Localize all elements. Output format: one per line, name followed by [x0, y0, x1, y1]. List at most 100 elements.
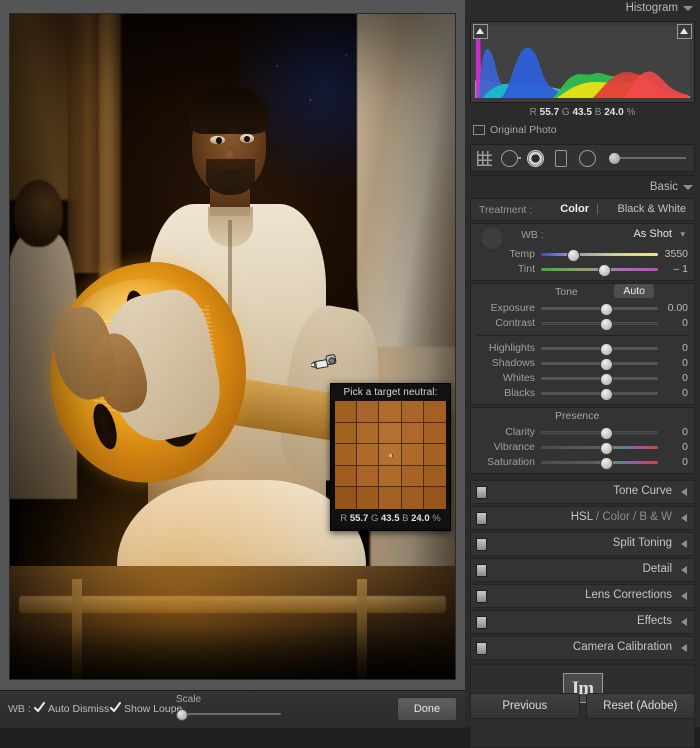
slider-tint[interactable]: Tint – 1 — [471, 261, 694, 277]
slider-vibrance-label: Vibrance — [493, 441, 535, 453]
image-display-area: Pick a target neutral: R 55.7 G 43.5 B 2… — [0, 0, 465, 690]
slider-saturation-knob[interactable] — [599, 457, 613, 470]
treatment-color-option[interactable]: Color — [560, 203, 589, 215]
histogram-panel[interactable] — [470, 21, 695, 103]
slider-saturation-label: Saturation — [487, 456, 535, 468]
original-photo-label: Original Photo — [490, 124, 557, 136]
slider-highlights[interactable]: Highlights 0 — [471, 340, 694, 356]
slider-blacks[interactable]: Blacks 0 — [471, 385, 694, 401]
brush-slider-knob[interactable] — [609, 153, 620, 164]
panel-row-effects[interactable]: Effects — [470, 610, 695, 634]
histogram-plot[interactable] — [475, 26, 690, 98]
panel-row-lens-corrections[interactable]: Lens Corrections — [470, 584, 695, 608]
panel-switch[interactable] — [476, 564, 487, 577]
divider — [470, 175, 695, 176]
slider-clarity[interactable]: Clarity 0 — [471, 424, 694, 440]
wb-dropdown-icon[interactable]: ▾ — [680, 229, 685, 239]
reset-button[interactable]: Reset (Adobe) — [585, 693, 695, 719]
show-loupe-label[interactable]: Show Loupe — [124, 703, 182, 715]
slider-exposure[interactable]: Exposure 0.00 — [471, 300, 694, 316]
loupe-cell — [357, 401, 380, 423]
adjustment-brush-size-slider[interactable] — [609, 152, 688, 164]
chevron-left-icon[interactable] — [681, 618, 687, 626]
slider-whites[interactable]: Whites 0 — [471, 370, 694, 386]
panel-row-detail[interactable]: Detail — [470, 558, 695, 582]
scale-slider-knob[interactable] — [176, 709, 188, 721]
scale-slider-track — [182, 713, 281, 715]
hist-r-value: 55.7 — [539, 107, 560, 118]
panel-switch[interactable] — [476, 642, 487, 655]
chevron-down-icon[interactable] — [683, 185, 693, 190]
panel-switch[interactable] — [476, 512, 487, 525]
loupe-unit: % — [432, 513, 441, 524]
chevron-left-icon[interactable] — [681, 592, 687, 600]
bw-label[interactable]: B & W — [639, 511, 672, 523]
auto-dismiss-label[interactable]: Auto Dismiss — [48, 703, 109, 715]
hist-r-label: R — [529, 107, 537, 118]
photo-frame: Pick a target neutral: R 55.7 G 43.5 B 2… — [10, 14, 455, 679]
panel-title-detail: Detail — [642, 563, 672, 575]
slider-blacks-label: Blacks — [504, 387, 535, 399]
previous-button[interactable]: Previous — [470, 693, 580, 719]
slider-saturation[interactable]: Saturation 0 — [471, 454, 694, 470]
crop-overlay-icon[interactable] — [477, 150, 492, 166]
panel-switch[interactable] — [476, 486, 487, 499]
slider-temp-track[interactable] — [541, 253, 658, 256]
chevron-left-icon[interactable] — [681, 540, 687, 548]
show-loupe-checkbox[interactable] — [109, 701, 122, 714]
slider-exposure-value: 0.00 — [667, 302, 688, 314]
slider-temp[interactable]: Temp 3550 — [471, 246, 694, 262]
highlight-clipping-indicator[interactable] — [677, 24, 692, 39]
loupe-cell — [379, 465, 402, 488]
wb-preset-value[interactable]: As Shot — [633, 228, 672, 240]
hsl-label[interactable]: HSL — [571, 511, 593, 523]
loupe-pixel-grid[interactable] — [335, 401, 446, 509]
chevron-down-icon[interactable] — [683, 6, 693, 11]
treatment-black-and-white-option[interactable]: Black & White — [618, 203, 686, 215]
basic-panel: Treatment : Color | Black & White WB : A… — [470, 198, 695, 474]
panel-switch[interactable] — [476, 616, 487, 629]
radial-filter-icon[interactable] — [579, 149, 596, 167]
slider-contrast[interactable]: Contrast 0 — [471, 315, 694, 331]
slider-clarity-value: 0 — [682, 426, 688, 438]
panel-row-hsl-color-bw[interactable]: HSL / Color / B & W — [470, 506, 695, 530]
target-neutral-loupe[interactable]: Pick a target neutral: R 55.7 G 43.5 B 2… — [330, 383, 451, 531]
slider-shadows[interactable]: Shadows 0 — [471, 355, 694, 371]
panel-title-effects: Effects — [637, 615, 672, 627]
panel-row-tone-curve[interactable]: Tone Curve — [470, 480, 695, 504]
chevron-left-icon[interactable] — [681, 488, 687, 496]
graduated-filter-icon[interactable] — [553, 149, 570, 167]
panel-switch[interactable] — [476, 590, 487, 603]
slider-contrast-knob[interactable] — [599, 318, 613, 331]
chevron-left-icon[interactable] — [681, 644, 687, 652]
develop-tool-strip — [470, 144, 695, 172]
original-photo-row[interactable]: Original Photo — [473, 124, 700, 136]
panel-switch[interactable] — [476, 538, 487, 551]
scale-slider[interactable] — [176, 709, 281, 721]
red-eye-correction-icon[interactable] — [527, 149, 544, 167]
done-button[interactable]: Done — [397, 697, 457, 721]
auto-dismiss-checkbox[interactable] — [33, 701, 46, 714]
slider-exposure-label: Exposure — [490, 302, 535, 314]
slider-tint-knob[interactable] — [598, 264, 612, 277]
original-photo-icon — [473, 125, 485, 135]
panel-row-camera-calibration[interactable]: Camera Calibration — [470, 636, 695, 660]
panel-title-hsl: HSL / Color / B & W — [571, 511, 672, 523]
loupe-cell — [401, 422, 424, 445]
basic-header[interactable]: Basic — [465, 179, 700, 198]
chevron-left-icon[interactable] — [681, 566, 687, 574]
histogram-header[interactable]: Histogram — [465, 0, 700, 19]
lightroom-develop-window: Pick a target neutral: R 55.7 G 43.5 B 2… — [0, 0, 700, 748]
photo-image[interactable] — [10, 14, 455, 679]
shadow-clipping-indicator[interactable] — [473, 24, 488, 39]
chevron-left-icon[interactable] — [681, 514, 687, 522]
spot-removal-icon[interactable] — [501, 149, 521, 167]
panel-row-split-toning[interactable]: Split Toning — [470, 532, 695, 556]
auto-tone-button[interactable]: Auto — [614, 284, 654, 298]
tone-title-row: Tone Auto — [471, 284, 694, 300]
slider-blacks-knob[interactable] — [599, 388, 613, 401]
loupe-cell — [423, 487, 446, 509]
slider-vibrance[interactable]: Vibrance 0 — [471, 439, 694, 455]
color-label[interactable]: Color — [602, 511, 629, 523]
loupe-cell — [423, 422, 446, 445]
